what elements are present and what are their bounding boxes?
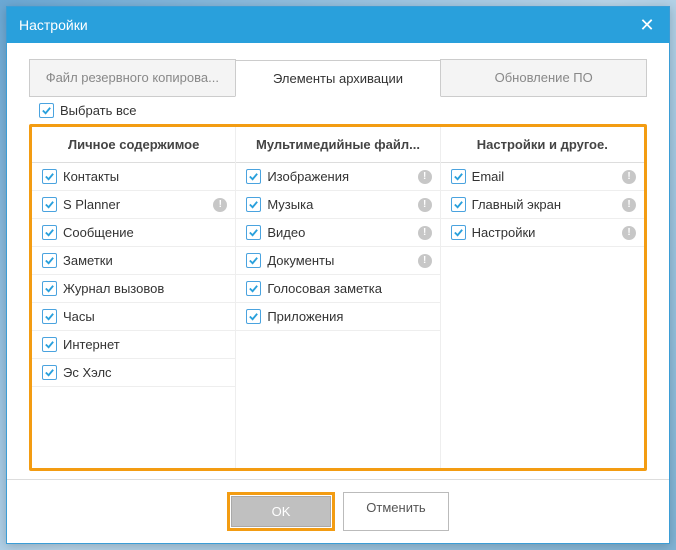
content-area: Файл резервного копирова... Элементы арх… [7,43,669,479]
settings-dialog: Настройки ✕ Файл резервного копирова... … [6,6,670,544]
checkbox-contacts[interactable] [42,169,57,184]
checkbox-documents[interactable] [246,253,261,268]
label-messages: Сообщение [63,225,227,240]
checkbox-video[interactable] [246,225,261,240]
item-messages: Сообщение [32,219,235,247]
info-icon[interactable]: ! [213,198,227,212]
checkbox-shealth[interactable] [42,365,57,380]
item-documents: Документы ! [236,247,439,275]
ok-button[interactable]: OK [231,496,331,527]
item-voice-memo: Голосовая заметка [236,275,439,303]
item-shealth: Эс Хэлс [32,359,235,387]
column-multimedia: Мультимедийные файл... Изображения ! Муз… [236,127,440,468]
item-settings: Настройки ! [441,219,644,247]
column-personal: Личное содержимое Контакты S Planner ! С… [32,127,236,468]
tab-backup-file[interactable]: Файл резервного копирова... [29,59,236,96]
label-voice-memo: Голосовая заметка [267,281,431,296]
label-settings: Настройки [472,225,616,240]
select-all-label: Выбрать все [60,103,639,118]
checkbox-music[interactable] [246,197,261,212]
checkbox-voice-memo[interactable] [246,281,261,296]
label-splanner: S Planner [63,197,207,212]
item-notes: Заметки [32,247,235,275]
label-clock: Часы [63,309,227,324]
info-icon[interactable]: ! [418,198,432,212]
items-grid-highlighted: Личное содержимое Контакты S Planner ! С… [29,124,647,471]
label-apps: Приложения [267,309,431,324]
ok-button-highlight: OK [227,492,335,531]
label-contacts: Контакты [63,169,227,184]
label-documents: Документы [267,253,411,268]
select-all-checkbox[interactable] [39,103,54,118]
cancel-button[interactable]: Отменить [343,492,449,531]
item-video: Видео ! [236,219,439,247]
tab-software-update[interactable]: Обновление ПО [440,59,647,96]
footer: OK Отменить [7,479,669,543]
tabs: Файл резервного копирова... Элементы арх… [29,59,647,97]
label-video: Видео [267,225,411,240]
column-header-personal: Личное содержимое [32,127,235,163]
tab-archive-items[interactable]: Элементы архивации [235,60,442,97]
info-icon[interactable]: ! [622,198,636,212]
checkbox-home-screen[interactable] [451,197,466,212]
label-shealth: Эс Хэлс [63,365,227,380]
checkbox-settings[interactable] [451,225,466,240]
checkbox-call-log[interactable] [42,281,57,296]
info-icon[interactable]: ! [418,170,432,184]
info-icon[interactable]: ! [418,226,432,240]
label-home-screen: Главный экран [472,197,616,212]
item-music: Музыка ! [236,191,439,219]
checkbox-notes[interactable] [42,253,57,268]
window-title: Настройки [19,17,88,33]
checkbox-email[interactable] [451,169,466,184]
checkbox-messages[interactable] [42,225,57,240]
label-notes: Заметки [63,253,227,268]
checkbox-images[interactable] [246,169,261,184]
item-clock: Часы [32,303,235,331]
checkbox-splanner[interactable] [42,197,57,212]
checkbox-apps[interactable] [246,309,261,324]
select-all-row: Выбрать все [29,97,647,124]
column-header-multimedia: Мультимедийные файл... [236,127,439,163]
label-call-log: Журнал вызовов [63,281,227,296]
close-icon[interactable]: ✕ [637,15,657,35]
item-apps: Приложения [236,303,439,331]
column-header-settings: Настройки и другое. [441,127,644,163]
column-settings: Настройки и другое. Email ! Главный экра… [441,127,644,468]
item-email: Email ! [441,163,644,191]
label-email: Email [472,169,616,184]
checkbox-clock[interactable] [42,309,57,324]
label-images: Изображения [267,169,411,184]
item-home-screen: Главный экран ! [441,191,644,219]
titlebar: Настройки ✕ [7,7,669,43]
label-internet: Интернет [63,337,227,352]
item-call-log: Журнал вызовов [32,275,235,303]
item-contacts: Контакты [32,163,235,191]
info-icon[interactable]: ! [418,254,432,268]
checkbox-internet[interactable] [42,337,57,352]
item-images: Изображения ! [236,163,439,191]
info-icon[interactable]: ! [622,226,636,240]
item-internet: Интернет [32,331,235,359]
items-grid: Личное содержимое Контакты S Planner ! С… [32,127,644,468]
item-splanner: S Planner ! [32,191,235,219]
label-music: Музыка [267,197,411,212]
info-icon[interactable]: ! [622,170,636,184]
